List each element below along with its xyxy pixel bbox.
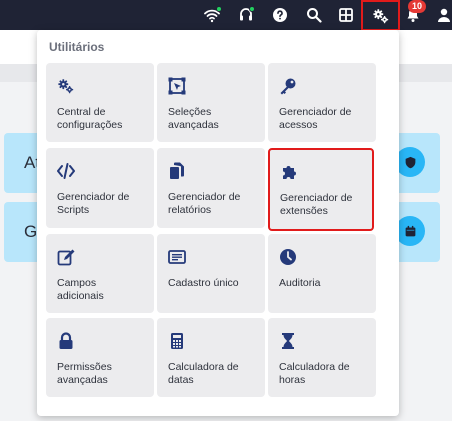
menu-item-calculadora-de-datas[interactable]: Calculadora de datas bbox=[157, 318, 265, 397]
menu-item-gerenciador-de-acessos[interactable]: Gerenciador de acessos bbox=[268, 63, 376, 142]
menu-item-label: Gerenciador de acessos bbox=[279, 106, 352, 131]
id-card-icon bbox=[168, 248, 186, 266]
menu-item-label: Gerenciador de Scripts bbox=[57, 191, 130, 216]
clock-icon bbox=[279, 248, 297, 266]
key-icon bbox=[279, 77, 297, 95]
hourglass-icon bbox=[279, 332, 297, 350]
menu-item-label: Cadastro único bbox=[168, 277, 239, 289]
grid-icon[interactable] bbox=[334, 3, 358, 27]
shield-icon bbox=[395, 147, 425, 177]
notification-badge: 10 bbox=[408, 0, 426, 13]
menu-item-label: Calculadora de datas bbox=[168, 361, 239, 386]
menu-title: Utilitários bbox=[49, 40, 105, 54]
menu-item-selecoes-avancadas[interactable]: Seleções avançadas bbox=[157, 63, 265, 142]
menu-item-label: Seleções avançadas bbox=[168, 106, 219, 131]
menu-item-label: Gerenciador de extensões bbox=[280, 192, 353, 217]
puzzle-icon bbox=[280, 163, 298, 181]
calendar-icon bbox=[395, 216, 425, 246]
menu-item-gerenciador-de-scripts[interactable]: Gerenciador de Scripts bbox=[46, 148, 154, 228]
menu-item-label: Gerenciador de relatórios bbox=[168, 191, 241, 216]
user-icon[interactable] bbox=[432, 3, 452, 27]
top-navigation-bar: 10 bbox=[0, 0, 452, 31]
menu-item-label: Central de configurações bbox=[57, 106, 123, 131]
menu-item-cadastro-unico[interactable]: Cadastro único bbox=[157, 234, 265, 313]
menu-item-permissoes-avancadas[interactable]: Permissões avançadas bbox=[46, 318, 154, 397]
menu-item-label: Calculadora de horas bbox=[279, 361, 350, 386]
help-icon[interactable] bbox=[268, 3, 292, 27]
support-status-dot bbox=[249, 6, 255, 12]
search-icon[interactable] bbox=[302, 3, 326, 27]
menu-item-campos-adicionais[interactable]: Campos adicionais bbox=[46, 234, 154, 313]
dashboard-card-2-label: G bbox=[24, 222, 38, 241]
menu-item-auditoria[interactable]: Auditoria bbox=[268, 234, 376, 313]
calculator-icon bbox=[168, 332, 186, 350]
menu-item-label: Auditoria bbox=[279, 277, 321, 289]
menu-item-gerenciador-de-relatorios[interactable]: Gerenciador de relatórios bbox=[157, 148, 265, 228]
lock-icon bbox=[57, 332, 75, 350]
copy-icon bbox=[168, 162, 186, 180]
menu-item-label: Campos adicionais bbox=[57, 277, 104, 302]
selection-icon bbox=[168, 77, 186, 95]
edit-icon bbox=[57, 248, 75, 266]
code-icon bbox=[57, 162, 75, 180]
menu-item-gerenciador-de-extensoes[interactable]: Gerenciador de extensões bbox=[268, 148, 374, 231]
gears-icon bbox=[57, 77, 75, 95]
wifi-status-dot bbox=[216, 6, 222, 12]
menu-item-central-de-configuracoes[interactable]: Central de configurações bbox=[46, 63, 154, 142]
utilities-dropdown-menu: Utilitários Central de configurações Sel… bbox=[37, 30, 399, 416]
menu-item-calculadora-de-horas[interactable]: Calculadora de horas bbox=[268, 318, 376, 397]
gears-icon[interactable] bbox=[361, 0, 400, 31]
menu-item-label: Permissões avançadas bbox=[57, 361, 112, 386]
